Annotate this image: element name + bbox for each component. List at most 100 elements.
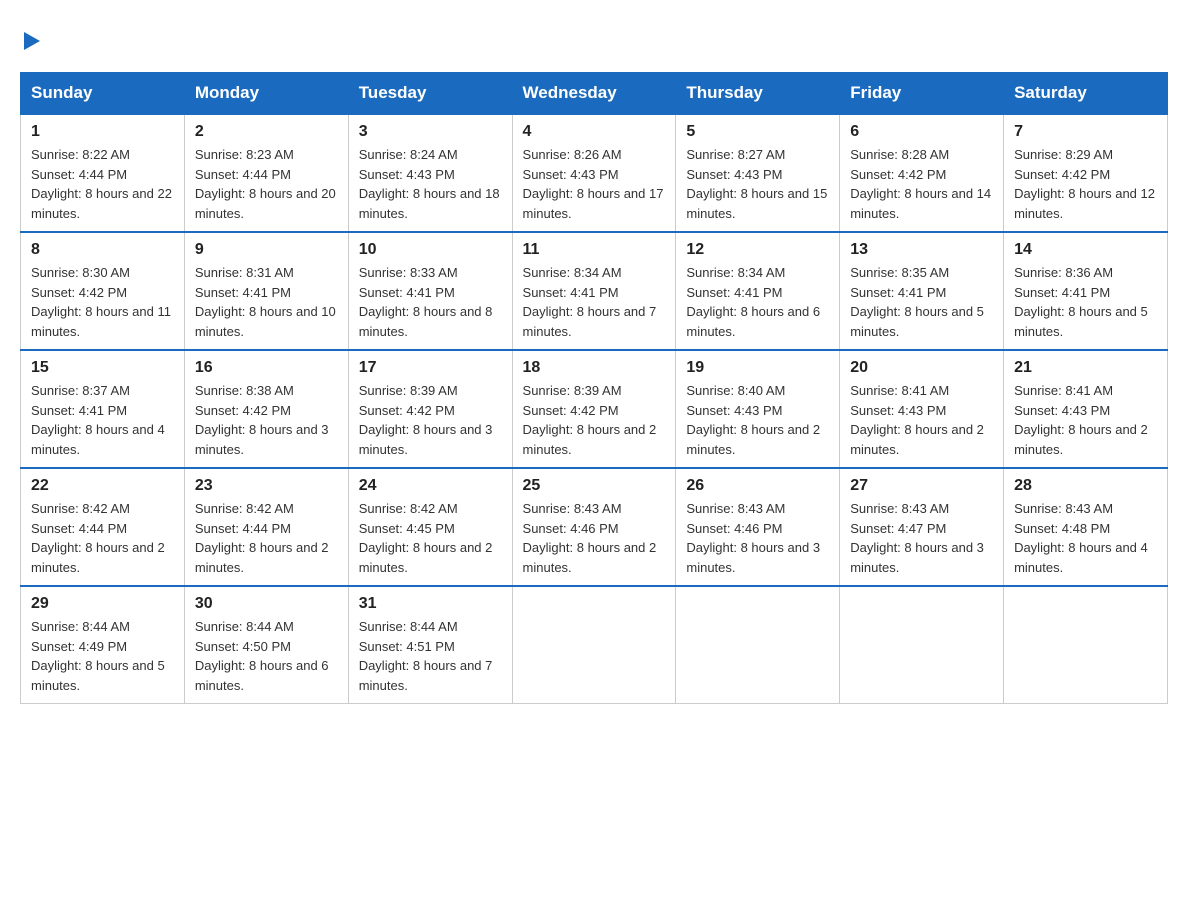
- calendar-cell: 30 Sunrise: 8:44 AM Sunset: 4:50 PM Dayl…: [184, 586, 348, 704]
- calendar-header-saturday: Saturday: [1004, 73, 1168, 115]
- day-number: 16: [195, 359, 338, 377]
- sunset-label: Sunset: 4:47 PM: [850, 521, 946, 536]
- daylight-label: Daylight: 8 hours and 2 minutes.: [1014, 422, 1148, 457]
- sunrise-label: Sunrise: 8:42 AM: [359, 501, 458, 516]
- calendar-header-sunday: Sunday: [21, 73, 185, 115]
- day-number: 26: [686, 477, 829, 495]
- daylight-label: Daylight: 8 hours and 4 minutes.: [31, 422, 165, 457]
- day-info: Sunrise: 8:44 AM Sunset: 4:50 PM Dayligh…: [195, 617, 338, 695]
- calendar-cell: 23 Sunrise: 8:42 AM Sunset: 4:44 PM Dayl…: [184, 468, 348, 586]
- day-info: Sunrise: 8:26 AM Sunset: 4:43 PM Dayligh…: [523, 145, 666, 223]
- sunset-label: Sunset: 4:44 PM: [31, 521, 127, 536]
- day-number: 1: [31, 123, 174, 141]
- daylight-label: Daylight: 8 hours and 2 minutes.: [686, 422, 820, 457]
- calendar-header-tuesday: Tuesday: [348, 73, 512, 115]
- daylight-label: Daylight: 8 hours and 2 minutes.: [195, 540, 329, 575]
- sunset-label: Sunset: 4:43 PM: [686, 403, 782, 418]
- daylight-label: Daylight: 8 hours and 2 minutes.: [31, 540, 165, 575]
- calendar-cell: 16 Sunrise: 8:38 AM Sunset: 4:42 PM Dayl…: [184, 350, 348, 468]
- day-number: 13: [850, 241, 993, 259]
- day-number: 30: [195, 595, 338, 613]
- day-number: 14: [1014, 241, 1157, 259]
- day-number: 19: [686, 359, 829, 377]
- page-header: [20, 20, 1168, 52]
- day-info: Sunrise: 8:28 AM Sunset: 4:42 PM Dayligh…: [850, 145, 993, 223]
- sunset-label: Sunset: 4:41 PM: [31, 403, 127, 418]
- sunset-label: Sunset: 4:48 PM: [1014, 521, 1110, 536]
- calendar-table: SundayMondayTuesdayWednesdayThursdayFrid…: [20, 72, 1168, 704]
- daylight-label: Daylight: 8 hours and 2 minutes.: [850, 422, 984, 457]
- calendar-week-4: 22 Sunrise: 8:42 AM Sunset: 4:44 PM Dayl…: [21, 468, 1168, 586]
- day-number: 18: [523, 359, 666, 377]
- logo-arrow-icon: [20, 30, 42, 52]
- daylight-label: Daylight: 8 hours and 18 minutes.: [359, 186, 500, 221]
- day-info: Sunrise: 8:40 AM Sunset: 4:43 PM Dayligh…: [686, 381, 829, 459]
- sunset-label: Sunset: 4:42 PM: [195, 403, 291, 418]
- calendar-week-1: 1 Sunrise: 8:22 AM Sunset: 4:44 PM Dayli…: [21, 114, 1168, 232]
- day-number: 3: [359, 123, 502, 141]
- sunrise-label: Sunrise: 8:42 AM: [31, 501, 130, 516]
- day-info: Sunrise: 8:39 AM Sunset: 4:42 PM Dayligh…: [523, 381, 666, 459]
- day-info: Sunrise: 8:43 AM Sunset: 4:48 PM Dayligh…: [1014, 499, 1157, 577]
- sunset-label: Sunset: 4:42 PM: [31, 285, 127, 300]
- day-number: 27: [850, 477, 993, 495]
- day-info: Sunrise: 8:43 AM Sunset: 4:46 PM Dayligh…: [523, 499, 666, 577]
- day-info: Sunrise: 8:34 AM Sunset: 4:41 PM Dayligh…: [686, 263, 829, 341]
- calendar-cell: 3 Sunrise: 8:24 AM Sunset: 4:43 PM Dayli…: [348, 114, 512, 232]
- sunset-label: Sunset: 4:42 PM: [1014, 167, 1110, 182]
- day-info: Sunrise: 8:33 AM Sunset: 4:41 PM Dayligh…: [359, 263, 502, 341]
- sunrise-label: Sunrise: 8:22 AM: [31, 147, 130, 162]
- sunset-label: Sunset: 4:50 PM: [195, 639, 291, 654]
- daylight-label: Daylight: 8 hours and 5 minutes.: [850, 304, 984, 339]
- day-info: Sunrise: 8:41 AM Sunset: 4:43 PM Dayligh…: [850, 381, 993, 459]
- day-info: Sunrise: 8:35 AM Sunset: 4:41 PM Dayligh…: [850, 263, 993, 341]
- calendar-cell: [512, 586, 676, 704]
- calendar-week-3: 15 Sunrise: 8:37 AM Sunset: 4:41 PM Dayl…: [21, 350, 1168, 468]
- sunset-label: Sunset: 4:41 PM: [686, 285, 782, 300]
- sunset-label: Sunset: 4:41 PM: [195, 285, 291, 300]
- sunrise-label: Sunrise: 8:28 AM: [850, 147, 949, 162]
- sunset-label: Sunset: 4:43 PM: [850, 403, 946, 418]
- day-number: 7: [1014, 123, 1157, 141]
- daylight-label: Daylight: 8 hours and 7 minutes.: [359, 658, 493, 693]
- day-info: Sunrise: 8:38 AM Sunset: 4:42 PM Dayligh…: [195, 381, 338, 459]
- day-info: Sunrise: 8:41 AM Sunset: 4:43 PM Dayligh…: [1014, 381, 1157, 459]
- sunset-label: Sunset: 4:49 PM: [31, 639, 127, 654]
- daylight-label: Daylight: 8 hours and 3 minutes.: [686, 540, 820, 575]
- sunrise-label: Sunrise: 8:26 AM: [523, 147, 622, 162]
- daylight-label: Daylight: 8 hours and 2 minutes.: [523, 540, 657, 575]
- sunrise-label: Sunrise: 8:39 AM: [523, 383, 622, 398]
- sunset-label: Sunset: 4:43 PM: [686, 167, 782, 182]
- daylight-label: Daylight: 8 hours and 2 minutes.: [523, 422, 657, 457]
- day-number: 31: [359, 595, 502, 613]
- sunrise-label: Sunrise: 8:24 AM: [359, 147, 458, 162]
- day-info: Sunrise: 8:23 AM Sunset: 4:44 PM Dayligh…: [195, 145, 338, 223]
- day-info: Sunrise: 8:43 AM Sunset: 4:47 PM Dayligh…: [850, 499, 993, 577]
- sunset-label: Sunset: 4:46 PM: [523, 521, 619, 536]
- day-info: Sunrise: 8:43 AM Sunset: 4:46 PM Dayligh…: [686, 499, 829, 577]
- day-info: Sunrise: 8:36 AM Sunset: 4:41 PM Dayligh…: [1014, 263, 1157, 341]
- daylight-label: Daylight: 8 hours and 6 minutes.: [195, 658, 329, 693]
- daylight-label: Daylight: 8 hours and 17 minutes.: [523, 186, 664, 221]
- daylight-label: Daylight: 8 hours and 8 minutes.: [359, 304, 493, 339]
- daylight-label: Daylight: 8 hours and 6 minutes.: [686, 304, 820, 339]
- daylight-label: Daylight: 8 hours and 14 minutes.: [850, 186, 991, 221]
- sunrise-label: Sunrise: 8:36 AM: [1014, 265, 1113, 280]
- daylight-label: Daylight: 8 hours and 3 minutes.: [850, 540, 984, 575]
- day-number: 12: [686, 241, 829, 259]
- day-info: Sunrise: 8:24 AM Sunset: 4:43 PM Dayligh…: [359, 145, 502, 223]
- calendar-cell: 27 Sunrise: 8:43 AM Sunset: 4:47 PM Dayl…: [840, 468, 1004, 586]
- day-number: 25: [523, 477, 666, 495]
- sunset-label: Sunset: 4:46 PM: [686, 521, 782, 536]
- day-info: Sunrise: 8:22 AM Sunset: 4:44 PM Dayligh…: [31, 145, 174, 223]
- calendar-cell: 12 Sunrise: 8:34 AM Sunset: 4:41 PM Dayl…: [676, 232, 840, 350]
- sunset-label: Sunset: 4:44 PM: [31, 167, 127, 182]
- daylight-label: Daylight: 8 hours and 22 minutes.: [31, 186, 172, 221]
- calendar-cell: [1004, 586, 1168, 704]
- calendar-header-wednesday: Wednesday: [512, 73, 676, 115]
- sunrise-label: Sunrise: 8:44 AM: [195, 619, 294, 634]
- day-number: 22: [31, 477, 174, 495]
- day-number: 8: [31, 241, 174, 259]
- sunset-label: Sunset: 4:42 PM: [850, 167, 946, 182]
- sunset-label: Sunset: 4:41 PM: [850, 285, 946, 300]
